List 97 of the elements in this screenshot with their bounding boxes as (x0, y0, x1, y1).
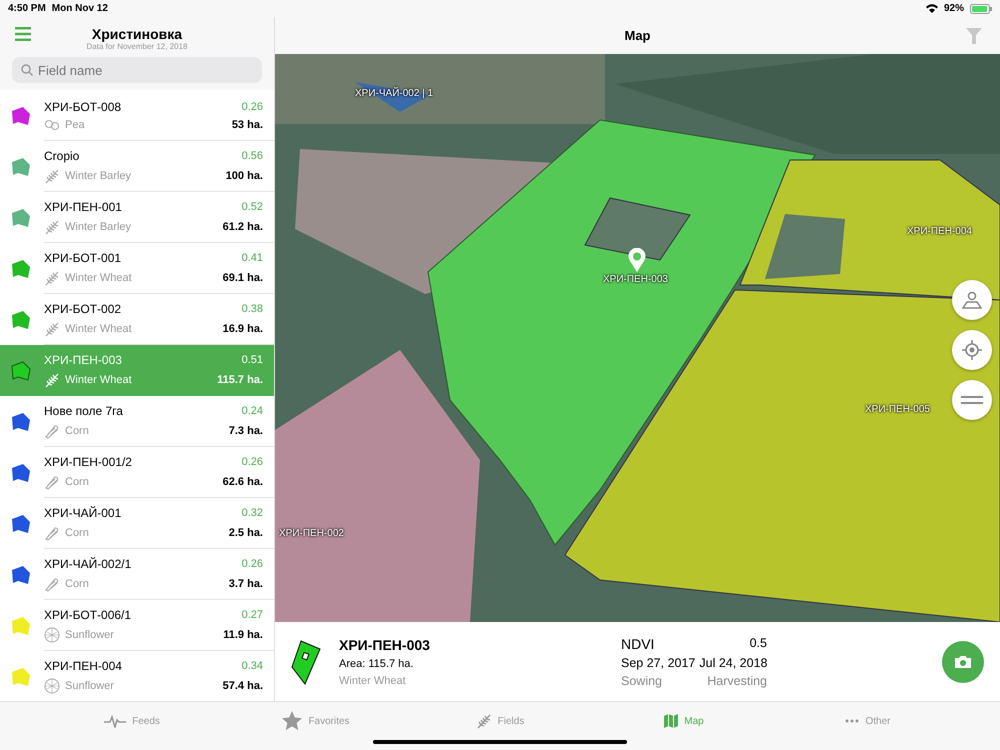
field-name: ХРИ-ПЕН-001 (44, 200, 123, 214)
status-date: Mon Nov 12 (52, 3, 108, 14)
crop-name: Corn (65, 476, 90, 488)
field-area: 61.2 ha. (222, 220, 263, 232)
ndvi-value: 0.26 (242, 456, 263, 468)
crop-name: Winter Wheat (65, 374, 133, 386)
field-name: ХРИ-БОТ-002 (44, 302, 122, 316)
field-area: 57.4 ha. (222, 680, 263, 692)
menu-icon[interactable] (15, 27, 31, 41)
corn-icon (44, 474, 60, 490)
battery-percent: 92% (944, 3, 964, 14)
sowing-label: Sowing (621, 674, 662, 688)
map-field-label: ХРИ-ПЕН-004 (907, 226, 972, 237)
farm-title: Христиновка (90, 26, 184, 42)
ndvi-label: NDVI (621, 636, 654, 652)
ndvi-value: 0.24 (242, 404, 263, 416)
location-pin-icon (628, 248, 646, 272)
field-area: 100 ha. (226, 170, 263, 182)
more-icon (845, 719, 860, 723)
crop-name: Corn (65, 578, 90, 590)
equals-icon (961, 396, 983, 404)
field-area: 7.3 ha. (228, 424, 263, 436)
pulse-icon (104, 714, 126, 728)
crop-name: Winter Barley (65, 170, 132, 182)
map-field-label: ХРИ-ПЕН-003 (603, 274, 668, 285)
wifi-icon (926, 4, 938, 13)
field-area: 115.7 ha. (217, 374, 263, 386)
map-icon (664, 714, 678, 728)
person-pin-icon (961, 290, 983, 310)
crop-name: Sunflower (65, 680, 115, 692)
field-name: Нове поле 7га (44, 404, 124, 418)
crop-name: Pea (65, 118, 86, 130)
ndvi-value: 0.27 (242, 608, 263, 620)
crop-name: Winter Wheat (339, 674, 407, 686)
field-name: ХРИ-ПЕН-003 (44, 353, 123, 367)
field-area: 2.5 ha. (228, 526, 263, 538)
field-name: ХРИ-ЧАЙ-001 (44, 506, 122, 520)
ndvi-value: 0.26 (242, 100, 263, 112)
wheat-ear-icon (44, 270, 60, 286)
field-name: ХРИ-ЧАЙ-002/1 (44, 556, 132, 570)
field-area: Area: 115.7 ha. (339, 658, 621, 670)
field-area: 16.9 ha. (222, 322, 263, 334)
map-field-label: ХРИ-ПЕН-005 (865, 404, 930, 415)
crop-name: Winter Wheat (65, 272, 133, 284)
camera-button[interactable] (942, 640, 984, 682)
ndvi-value: 0.32 (242, 506, 263, 518)
map-field-label: ХРИ-ПЕН-002 (279, 528, 344, 539)
field-name: ХРИ-ПЕН-004 (44, 658, 123, 672)
field-area: 53 ha. (232, 118, 263, 130)
ndvi-value: 0.41 (242, 252, 263, 264)
crop-name: Corn (65, 526, 90, 538)
field-shape-icon (291, 638, 321, 684)
status-time: 4:50 PM (8, 3, 46, 14)
pea-icon (44, 118, 60, 130)
wheat-ear-icon (476, 713, 492, 729)
crop-name: Sunflower (65, 628, 115, 640)
field-name: ХРИ-БОТ-001 (44, 250, 122, 264)
sowing-date: Sep 27, 2017 (621, 656, 696, 670)
harvest-label: Harvesting (707, 674, 767, 688)
field-name: Cropio (44, 148, 80, 162)
corn-icon (44, 576, 60, 592)
sunflower-icon (44, 678, 60, 694)
map-title: Map (624, 28, 650, 43)
battery-icon (970, 4, 992, 14)
search-icon (21, 64, 33, 76)
ndvi-value: 0.5 (750, 636, 767, 652)
star-icon (282, 711, 302, 731)
field-area: 11.9 ha. (223, 628, 263, 640)
corn-icon (44, 524, 60, 540)
field-name: ХРИ-ПЕН-001/2 (44, 454, 133, 468)
field-area: 69.1 ha. (222, 272, 263, 284)
ndvi-value: 0.52 (242, 200, 263, 212)
ndvi-value: 0.38 (242, 302, 263, 314)
search-field[interactable]: Field name (12, 57, 262, 83)
harvest-date: Jul 24, 2018 (699, 656, 768, 670)
crop-name: Corn (65, 424, 90, 436)
ndvi-value: 0.34 (242, 660, 263, 672)
sunflower-icon (44, 626, 60, 642)
wheat-ear-icon (44, 218, 60, 234)
field-area: 62.6 ha. (222, 476, 263, 488)
wheat-ear-icon (44, 320, 60, 336)
ndvi-value: 0.56 (242, 150, 263, 162)
wheat-ear-icon (44, 372, 60, 388)
target-icon (962, 340, 982, 360)
wheat-ear-icon (44, 168, 60, 184)
data-date: Data for November 12, 2018 (86, 42, 188, 50)
map-field-label: ХРИ-ЧАЙ-002 | 1 (355, 88, 434, 99)
corn-icon (44, 422, 60, 438)
field-area: 3.7 ha. (228, 578, 263, 590)
ndvi-value: 0.51 (242, 354, 263, 366)
ndvi-value: 0.26 (242, 558, 263, 570)
camera-icon (954, 654, 972, 668)
field-name: ХРИ-БОТ-008 (44, 100, 122, 114)
crop-name: Winter Barley (65, 220, 132, 232)
field-name: ХРИ-БОТ-006/1 (44, 608, 132, 622)
crop-name: Winter Wheat (65, 322, 133, 334)
field-title: ХРИ-ПЕН-003 (339, 636, 431, 652)
